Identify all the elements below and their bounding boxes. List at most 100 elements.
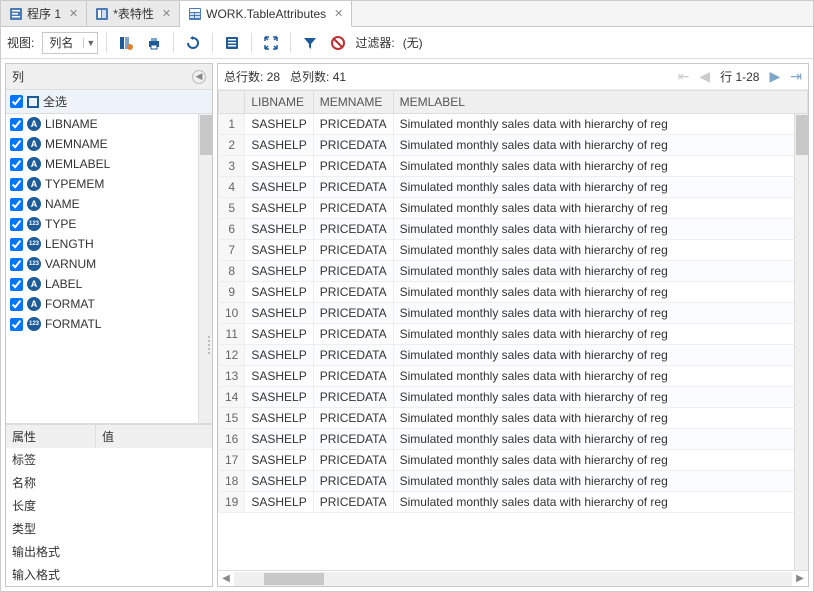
- cell-memlabel[interactable]: Simulated monthly sales data with hierar…: [393, 177, 807, 198]
- cell-memlabel[interactable]: Simulated monthly sales data with hierar…: [393, 135, 807, 156]
- table-row[interactable]: 14SASHELPPRICEDATASimulated monthly sale…: [219, 387, 808, 408]
- column-checkbox[interactable]: [10, 318, 23, 331]
- view-dropdown[interactable]: 列名 ▼: [42, 32, 98, 54]
- cell-memname[interactable]: PRICEDATA: [313, 177, 393, 198]
- cell-libname[interactable]: SASHELP: [245, 408, 313, 429]
- cell-memname[interactable]: PRICEDATA: [313, 471, 393, 492]
- cell-memlabel[interactable]: Simulated monthly sales data with hierar…: [393, 114, 807, 135]
- cell-memname[interactable]: PRICEDATA: [313, 114, 393, 135]
- cell-memlabel[interactable]: Simulated monthly sales data with hierar…: [393, 429, 807, 450]
- cell-libname[interactable]: SASHELP: [245, 198, 313, 219]
- column-checkbox[interactable]: [10, 138, 23, 151]
- property-row[interactable]: 输出格式: [6, 540, 212, 563]
- select-all-row[interactable]: 全选: [6, 90, 212, 114]
- table-row[interactable]: 16SASHELPPRICEDATASimulated monthly sale…: [219, 429, 808, 450]
- column-checkbox[interactable]: [10, 198, 23, 211]
- scroll-right-icon[interactable]: ▶: [792, 573, 808, 584]
- cell-memname[interactable]: PRICEDATA: [313, 345, 393, 366]
- property-row[interactable]: 标签: [6, 448, 212, 471]
- cell-libname[interactable]: SASHELP: [245, 177, 313, 198]
- cell-libname[interactable]: SASHELP: [245, 429, 313, 450]
- cell-libname[interactable]: SASHELP: [245, 135, 313, 156]
- first-page-button[interactable]: ⇤: [678, 68, 690, 85]
- close-icon[interactable]: ✕: [69, 7, 78, 20]
- table-row[interactable]: 10SASHELPPRICEDATASimulated monthly sale…: [219, 303, 808, 324]
- tab-table-attributes[interactable]: WORK.TableAttributes ✕: [180, 1, 352, 27]
- cell-memname[interactable]: PRICEDATA: [313, 450, 393, 471]
- cell-libname[interactable]: SASHELP: [245, 261, 313, 282]
- table-row[interactable]: 6SASHELPPRICEDATASimulated monthly sales…: [219, 219, 808, 240]
- row-number-header[interactable]: [219, 91, 245, 114]
- select-all-checkbox[interactable]: [10, 95, 23, 108]
- cell-memlabel[interactable]: Simulated monthly sales data with hierar…: [393, 261, 807, 282]
- cell-memname[interactable]: PRICEDATA: [313, 240, 393, 261]
- column-item[interactable]: AMEMNAME: [6, 134, 212, 154]
- cell-memlabel[interactable]: Simulated monthly sales data with hierar…: [393, 387, 807, 408]
- cell-libname[interactable]: SASHELP: [245, 387, 313, 408]
- col-header-memname[interactable]: MEMNAME: [313, 91, 393, 114]
- cell-memname[interactable]: PRICEDATA: [313, 135, 393, 156]
- print-button[interactable]: [143, 32, 165, 54]
- table-row[interactable]: 19SASHELPPRICEDATASimulated monthly sale…: [219, 492, 808, 513]
- column-checkbox[interactable]: [10, 278, 23, 291]
- cell-memlabel[interactable]: Simulated monthly sales data with hierar…: [393, 366, 807, 387]
- cell-memname[interactable]: PRICEDATA: [313, 324, 393, 345]
- column-item[interactable]: 123LENGTH: [6, 234, 212, 254]
- cell-libname[interactable]: SASHELP: [245, 282, 313, 303]
- cell-memname[interactable]: PRICEDATA: [313, 198, 393, 219]
- close-icon[interactable]: ✕: [162, 7, 171, 20]
- tab-program[interactable]: 程序 1 ✕: [1, 1, 87, 26]
- cell-libname[interactable]: SASHELP: [245, 492, 313, 513]
- scroll-left-icon[interactable]: ◀: [218, 573, 234, 584]
- column-item[interactable]: 123VARNUM: [6, 254, 212, 274]
- table-row[interactable]: 3SASHELPPRICEDATASimulated monthly sales…: [219, 156, 808, 177]
- cell-libname[interactable]: SASHELP: [245, 324, 313, 345]
- cell-libname[interactable]: SASHELP: [245, 471, 313, 492]
- column-item[interactable]: ANAME: [6, 194, 212, 214]
- cell-memlabel[interactable]: Simulated monthly sales data with hierar…: [393, 240, 807, 261]
- table-row[interactable]: 7SASHELPPRICEDATASimulated monthly sales…: [219, 240, 808, 261]
- cell-memlabel[interactable]: Simulated monthly sales data with hierar…: [393, 471, 807, 492]
- table-row[interactable]: 9SASHELPPRICEDATASimulated monthly sales…: [219, 282, 808, 303]
- column-item[interactable]: ATYPEMEM: [6, 174, 212, 194]
- column-checkbox[interactable]: [10, 298, 23, 311]
- column-item[interactable]: 123TYPE: [6, 214, 212, 234]
- refresh-button[interactable]: [182, 32, 204, 54]
- table-row[interactable]: 1SASHELPPRICEDATASimulated monthly sales…: [219, 114, 808, 135]
- cell-memlabel[interactable]: Simulated monthly sales data with hierar…: [393, 282, 807, 303]
- scrollbar-thumb[interactable]: [264, 573, 324, 585]
- property-row[interactable]: 类型: [6, 517, 212, 540]
- table-row[interactable]: 2SASHELPPRICEDATASimulated monthly sales…: [219, 135, 808, 156]
- table-row[interactable]: 18SASHELPPRICEDATASimulated monthly sale…: [219, 471, 808, 492]
- table-row[interactable]: 8SASHELPPRICEDATASimulated monthly sales…: [219, 261, 808, 282]
- cell-libname[interactable]: SASHELP: [245, 240, 313, 261]
- cell-memlabel[interactable]: Simulated monthly sales data with hierar…: [393, 408, 807, 429]
- table-row[interactable]: 5SASHELPPRICEDATASimulated monthly sales…: [219, 198, 808, 219]
- column-item[interactable]: AMEMLABEL: [6, 154, 212, 174]
- column-checkbox[interactable]: [10, 218, 23, 231]
- column-item[interactable]: ALABEL: [6, 274, 212, 294]
- cell-memlabel[interactable]: Simulated monthly sales data with hierar…: [393, 303, 807, 324]
- cell-memlabel[interactable]: Simulated monthly sales data with hierar…: [393, 219, 807, 240]
- next-page-button[interactable]: ▶: [769, 68, 780, 85]
- cell-libname[interactable]: SASHELP: [245, 156, 313, 177]
- list-button[interactable]: [221, 32, 243, 54]
- cell-libname[interactable]: SASHELP: [245, 303, 313, 324]
- cell-memname[interactable]: PRICEDATA: [313, 366, 393, 387]
- columns-button[interactable]: [115, 32, 137, 54]
- cell-memname[interactable]: PRICEDATA: [313, 387, 393, 408]
- column-checkbox[interactable]: [10, 178, 23, 191]
- column-checkbox[interactable]: [10, 238, 23, 251]
- table-row[interactable]: 11SASHELPPRICEDATASimulated monthly sale…: [219, 324, 808, 345]
- cell-memlabel[interactable]: Simulated monthly sales data with hierar…: [393, 492, 807, 513]
- column-item[interactable]: 123FORMATL: [6, 314, 212, 334]
- col-header-memlabel[interactable]: MEMLABEL: [393, 91, 807, 114]
- cell-memname[interactable]: PRICEDATA: [313, 282, 393, 303]
- cell-memname[interactable]: PRICEDATA: [313, 492, 393, 513]
- tab-properties[interactable]: *表特性 ✕: [87, 1, 180, 26]
- cell-memlabel[interactable]: Simulated monthly sales data with hierar…: [393, 345, 807, 366]
- column-item[interactable]: ALIBNAME: [6, 114, 212, 134]
- collapse-button[interactable]: ◀: [192, 70, 206, 84]
- splitter-handle[interactable]: [206, 325, 212, 365]
- column-checkbox[interactable]: [10, 258, 23, 271]
